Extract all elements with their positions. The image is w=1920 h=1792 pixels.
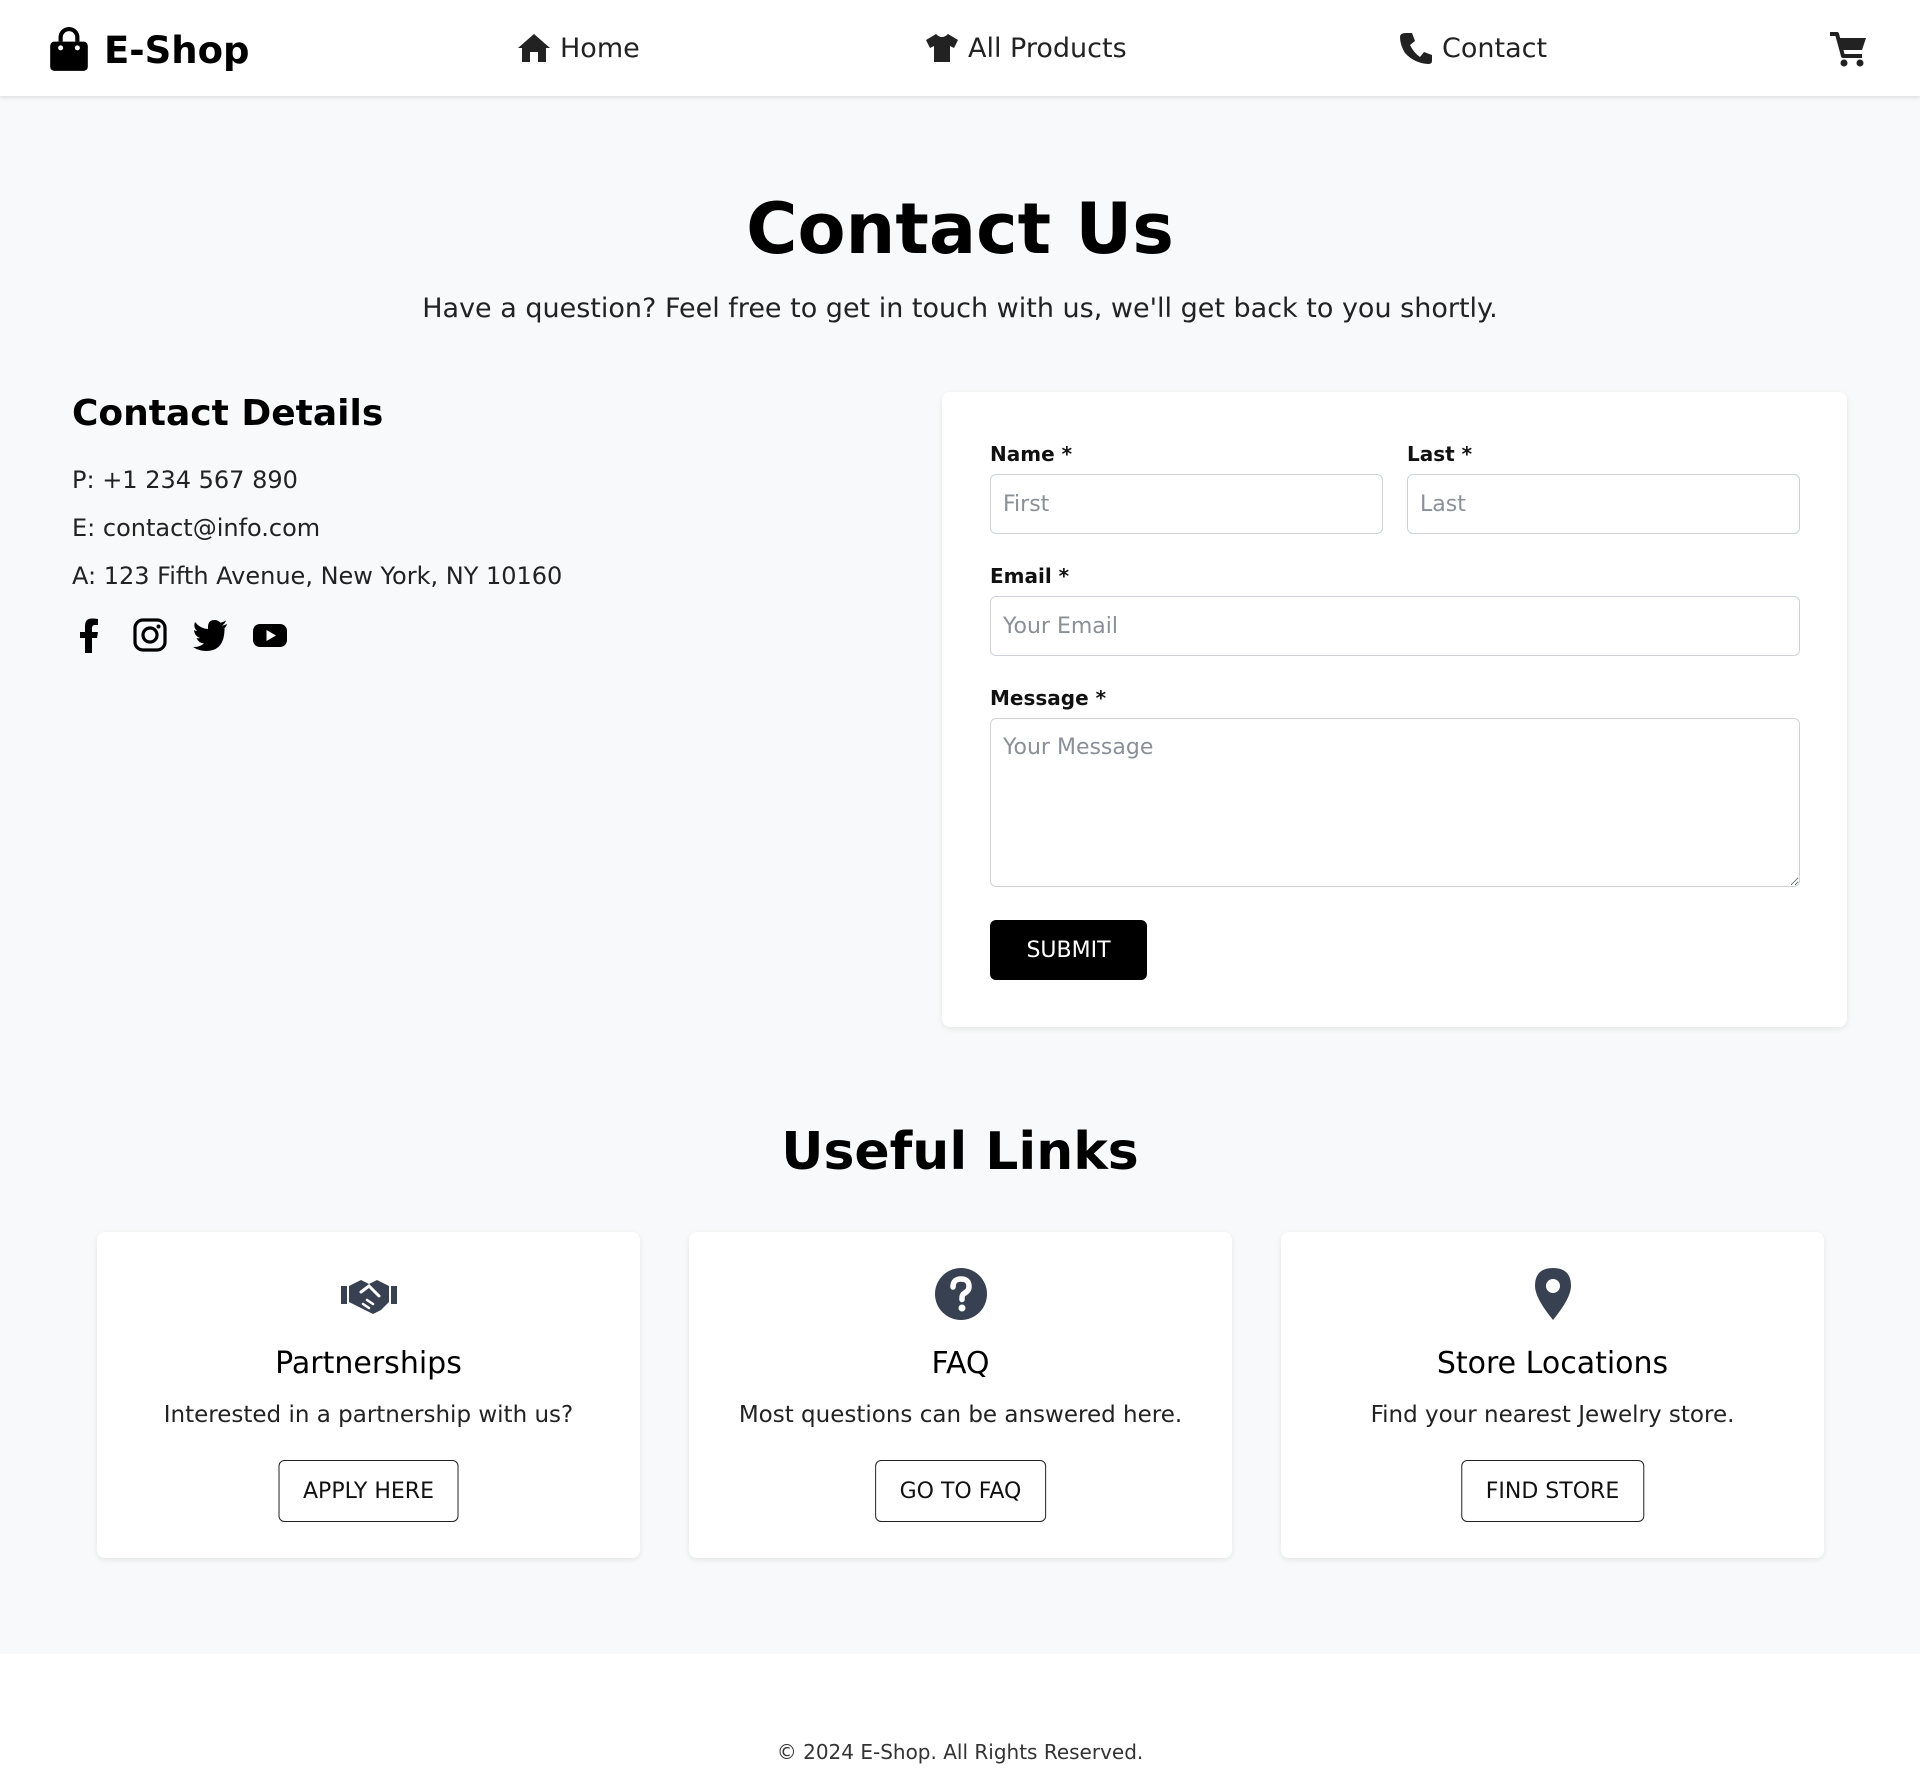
contact-address: A: 123 Fifth Avenue, New York, NY 10160 <box>72 562 563 590</box>
partnerships-card: Partnerships Interested in a partnership… <box>97 1232 640 1558</box>
submit-button[interactable]: SUBMIT <box>990 920 1147 980</box>
last-name-input[interactable] <box>1407 474 1800 534</box>
page-subtitle: Have a question? Feel free to get in tou… <box>422 293 1498 324</box>
handshake-icon <box>340 1280 397 1314</box>
instagram-icon <box>133 618 167 652</box>
email-label: Email * <box>990 564 1070 588</box>
store-locations-card: Store Locations Find your nearest Jewelr… <box>1281 1232 1824 1558</box>
find-store-button[interactable]: FIND STORE <box>1460 1460 1645 1522</box>
facebook-link[interactable] <box>72 617 108 653</box>
cart-button[interactable] <box>1828 28 1870 70</box>
phone-icon <box>1400 33 1432 64</box>
youtube-link[interactable] <box>252 617 288 653</box>
youtube-icon <box>253 624 287 647</box>
cart-icon <box>1830 32 1866 67</box>
home-icon <box>518 34 550 62</box>
instagram-link[interactable] <box>132 617 168 653</box>
name-label: Name * <box>990 442 1073 466</box>
brand-name: E-Shop <box>104 28 250 72</box>
nav-home[interactable]: Home <box>516 28 640 68</box>
footer: © 2024 E-Shop. All Rights Reserved. <box>0 1654 1920 1792</box>
useful-links-heading: Useful Links <box>781 1122 1139 1182</box>
contact-email: E: contact@info.com <box>72 514 321 542</box>
social-links <box>72 617 288 653</box>
faq-card: FAQ Most questions can be answered here.… <box>689 1232 1232 1558</box>
nav-contact[interactable]: Contact <box>1398 28 1547 68</box>
nav-products-label: All Products <box>968 32 1127 64</box>
contact-details-heading: Contact Details <box>72 393 384 434</box>
partnerships-icon-wrap <box>97 1266 640 1322</box>
navbar: E-Shop Home All Products Contact <box>0 0 1920 96</box>
contact-phone: P: +1 234 567 890 <box>72 466 298 494</box>
partnerships-description: Interested in a partnership with us? <box>163 1402 574 1428</box>
faq-icon-wrap <box>689 1266 1232 1322</box>
twitter-icon <box>193 620 227 651</box>
tshirt-icon <box>926 34 958 62</box>
partnerships-title: Partnerships <box>275 1346 462 1381</box>
faq-description: Most questions can be answered here. <box>738 1402 1183 1428</box>
nav-contact-label: Contact <box>1442 32 1548 64</box>
map-pin-icon <box>1534 1268 1571 1320</box>
first-name-input[interactable] <box>990 474 1383 534</box>
twitter-link[interactable] <box>192 617 228 653</box>
question-circle-icon <box>934 1268 987 1320</box>
nav-all-products[interactable]: All Products <box>924 28 1127 68</box>
message-textarea[interactable] <box>990 718 1800 887</box>
store-icon-wrap <box>1281 1266 1824 1322</box>
footer-copyright: © 2024 E-Shop. All Rights Reserved. <box>776 1740 1144 1764</box>
facebook-icon <box>80 618 98 653</box>
contact-form: Name * Last * Email * Message * SUBMIT <box>942 392 1847 1027</box>
page-title: Contact Us <box>746 188 1174 270</box>
message-label: Message * <box>990 686 1107 710</box>
faq-title: FAQ <box>931 1346 990 1381</box>
store-locations-title: Store Locations <box>1436 1346 1669 1381</box>
brand-logo[interactable]: E-Shop <box>48 26 250 74</box>
last-name-label: Last * <box>1407 442 1473 466</box>
go-to-faq-button[interactable]: GO TO FAQ <box>874 1460 1047 1522</box>
apply-here-button[interactable]: APPLY HERE <box>278 1460 459 1522</box>
store-locations-description: Find your nearest Jewelry store. <box>1370 1402 1735 1428</box>
email-input[interactable] <box>990 596 1800 656</box>
nav-home-label: Home <box>560 32 640 64</box>
shopping-bag-icon <box>50 27 88 71</box>
